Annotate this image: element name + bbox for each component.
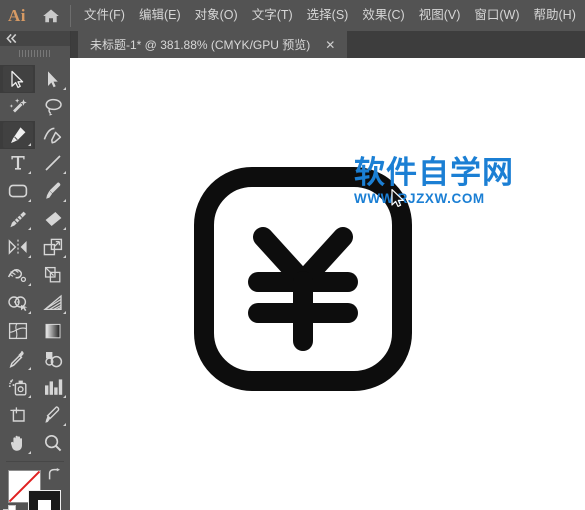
tool-flyout-indicator	[63, 199, 66, 202]
gradient-tool[interactable]	[35, 317, 70, 345]
menu-item-help[interactable]: 帮助(H)	[527, 4, 583, 27]
home-icon[interactable]	[34, 0, 68, 31]
direct-selection-tool[interactable]	[35, 65, 70, 93]
document-canvas[interactable]: 软件自学网 WWW.RJZXW.COM	[70, 58, 585, 510]
app-logo: Ai	[8, 5, 26, 25]
menu-item-type[interactable]: 文字(T)	[245, 4, 300, 27]
lasso-tool[interactable]	[35, 93, 70, 121]
yen-glyph	[248, 227, 358, 351]
hand-tool[interactable]	[0, 429, 35, 457]
tool-flyout-indicator	[28, 171, 31, 174]
tool-flyout-indicator	[28, 255, 31, 258]
tool-flyout-indicator	[28, 143, 31, 146]
menu-bar: Ai 文件(F) 编辑(E) 对象(O) 文字(T) 选择(S) 效果(C) 视…	[0, 0, 585, 31]
type-tool[interactable]	[0, 149, 35, 177]
document-tab-bar: 未标题-1* @ 381.88% (CMYK/GPU 预览) ✕	[70, 31, 585, 58]
tool-flyout-indicator	[63, 227, 66, 230]
pen-tool[interactable]	[0, 121, 35, 149]
blend-tool[interactable]	[35, 345, 70, 373]
mesh-tool[interactable]	[0, 317, 35, 345]
scale-tool[interactable]	[35, 233, 70, 261]
menu-item-file[interactable]: 文件(F)	[77, 4, 132, 27]
grip-dots	[19, 50, 51, 57]
shaper-tool[interactable]	[0, 205, 35, 233]
tool-flyout-indicator	[63, 395, 66, 398]
column-graph-tool[interactable]	[35, 373, 70, 401]
menu-item-view[interactable]: 视图(V)	[412, 4, 468, 27]
tool-flyout-indicator	[63, 255, 66, 258]
document-tab-title: 未标题-1* @ 381.88% (CMYK/GPU 预览)	[90, 38, 311, 52]
yen-currency-icon[interactable]	[190, 163, 416, 400]
tool-flyout-indicator	[63, 311, 66, 314]
document-tab[interactable]: 未标题-1* @ 381.88% (CMYK/GPU 预览) ✕	[78, 31, 348, 58]
selection-tool[interactable]	[0, 65, 35, 93]
tool-flyout-indicator	[28, 395, 31, 398]
zoom-tool[interactable]	[35, 429, 70, 457]
rectangle-tool[interactable]	[0, 177, 35, 205]
stroke-inner-hole	[38, 500, 51, 510]
color-controls	[0, 466, 70, 510]
panel-drag-handle[interactable]	[0, 46, 70, 61]
slice-tool[interactable]	[35, 401, 70, 429]
eyedropper-tool[interactable]	[0, 345, 35, 373]
tool-flyout-indicator	[28, 199, 31, 202]
tool-flyout-indicator	[28, 311, 31, 314]
menu-item-edit[interactable]: 编辑(E)	[132, 4, 188, 27]
menu-item-window[interactable]: 窗口(W)	[467, 4, 526, 27]
artboard-tool[interactable]	[0, 401, 35, 429]
toolpanel-divider	[6, 461, 64, 462]
tool-row	[0, 233, 70, 261]
tool-row	[0, 261, 70, 289]
symbol-sprayer-tool[interactable]	[0, 373, 35, 401]
menu-item-effect[interactable]: 效果(C)	[355, 4, 411, 27]
close-icon[interactable]: ✕	[324, 39, 336, 51]
tool-flyout-indicator	[28, 451, 31, 454]
menu-item-object[interactable]: 对象(O)	[188, 4, 245, 27]
tool-row	[0, 205, 70, 233]
tool-row	[0, 429, 70, 457]
yen-icon-artwork	[194, 167, 412, 391]
tool-flyout-indicator	[28, 227, 31, 230]
tool-flyout-indicator	[63, 423, 66, 426]
tool-row	[0, 401, 70, 429]
tool-flyout-indicator	[28, 283, 31, 286]
tool-row	[0, 345, 70, 373]
double-chevron-left-icon	[6, 34, 17, 43]
shape-builder-tool[interactable]	[0, 289, 35, 317]
eraser-tool[interactable]	[35, 205, 70, 233]
tool-flyout-indicator	[63, 87, 66, 90]
tool-row	[0, 177, 70, 205]
menu-item-select[interactable]: 选择(S)	[300, 4, 356, 27]
tool-row	[0, 93, 70, 121]
rotate-tool[interactable]	[0, 233, 35, 261]
tool-flyout-indicator	[28, 367, 31, 370]
curvature-tool[interactable]	[35, 121, 70, 149]
perspective-grid-tool[interactable]	[35, 289, 70, 317]
tool-row	[0, 373, 70, 401]
tool-flyout-indicator	[63, 171, 66, 174]
illustrator-window: Ai 文件(F) 编辑(E) 对象(O) 文字(T) 选择(S) 效果(C) 视…	[0, 0, 585, 510]
tool-row	[0, 317, 70, 345]
swap-fill-stroke-icon[interactable]	[47, 468, 61, 486]
line-segment-tool[interactable]	[35, 149, 70, 177]
tool-row	[0, 121, 70, 149]
home-icon-glyph	[43, 9, 59, 22]
tool-grid	[0, 61, 70, 457]
default-fill-stroke-icon[interactable]	[3, 505, 17, 510]
menubar-divider	[70, 4, 71, 27]
paintbrush-tool[interactable]	[35, 177, 70, 205]
collapse-panel-button[interactable]	[0, 31, 70, 46]
free-transform-tool[interactable]	[35, 261, 70, 289]
tool-row	[0, 149, 70, 177]
stroke-color-swatch[interactable]	[28, 490, 61, 510]
magic-wand-tool[interactable]	[0, 93, 35, 121]
tool-row	[0, 65, 70, 93]
tools-panel	[0, 31, 71, 510]
width-tool[interactable]	[0, 261, 35, 289]
tool-row	[0, 289, 70, 317]
